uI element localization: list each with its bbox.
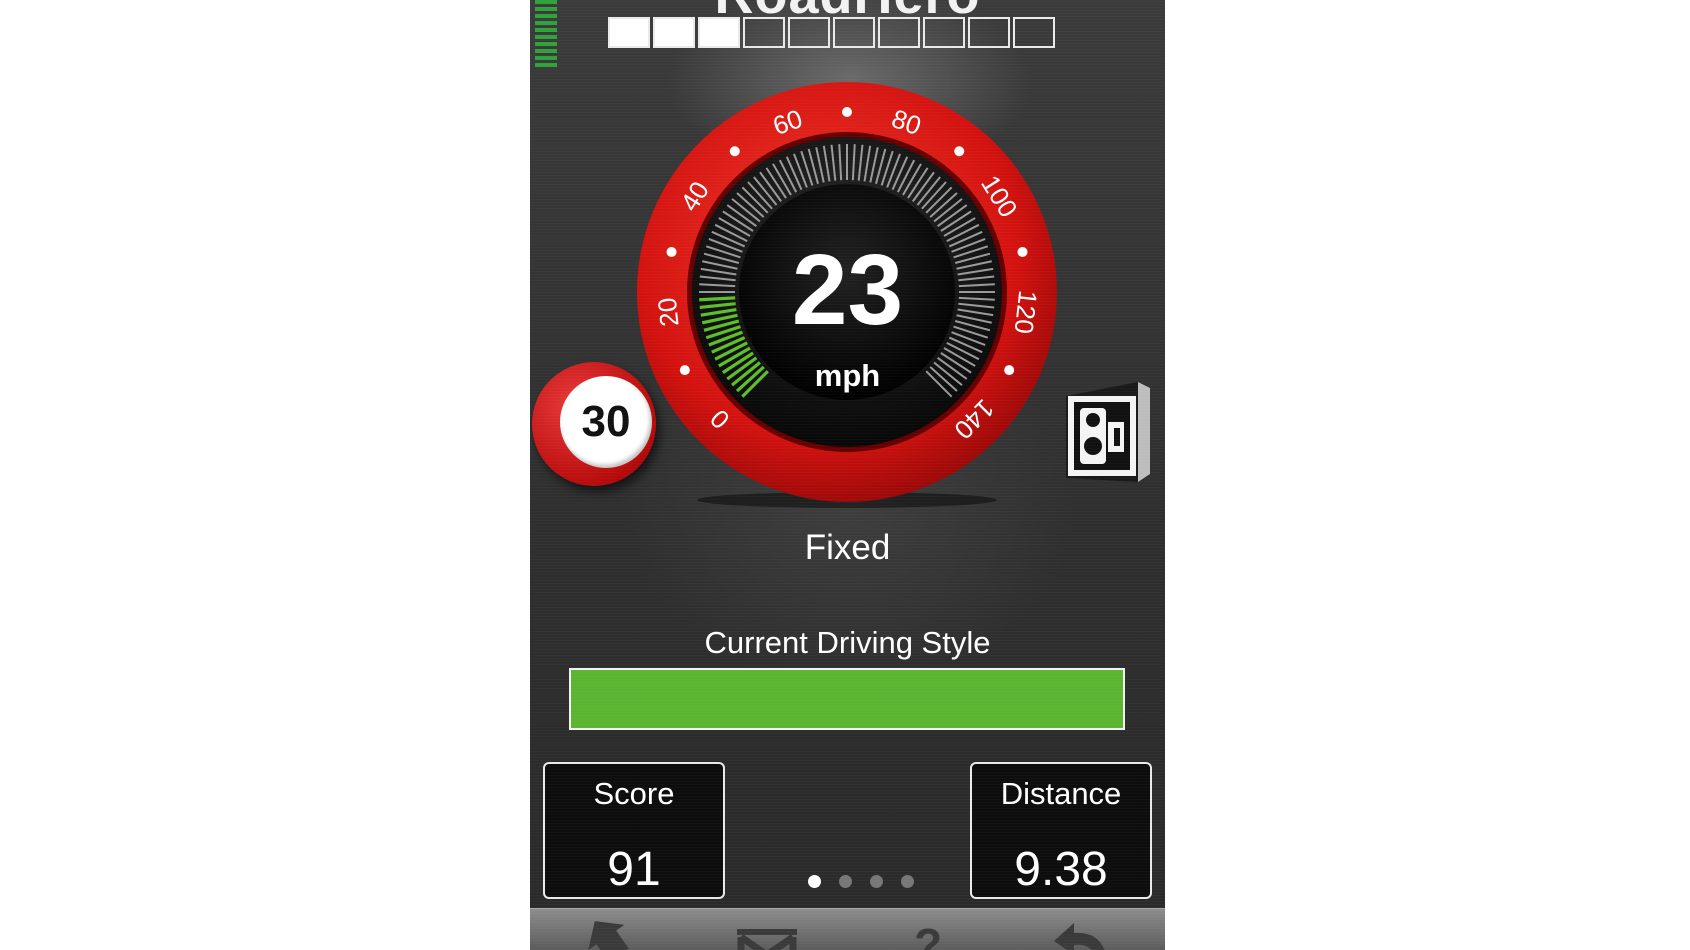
page-dot[interactable] [870, 875, 883, 888]
progress-square [608, 17, 650, 48]
help-icon[interactable]: ? [898, 915, 958, 950]
progress-square [743, 17, 785, 48]
score-value: 91 [607, 843, 661, 896]
gauge-dot [954, 146, 965, 157]
camera-type-label: Fixed [804, 528, 891, 567]
gauge-dot [842, 107, 852, 117]
route-icon[interactable] [737, 915, 797, 950]
driving-style-bar [569, 668, 1125, 730]
progress-square [788, 17, 830, 48]
app-screen: RoadHero 020406080100120140 23 [530, 0, 1165, 950]
score-panel[interactable]: Score 91 [543, 762, 725, 899]
driving-style-fill [571, 670, 1123, 728]
progress-square [878, 17, 920, 48]
speed-limit-sign: 30 [532, 358, 666, 488]
progress-square [968, 17, 1010, 48]
speed-camera-icon[interactable] [1058, 378, 1158, 488]
distance-label: Distance [1000, 776, 1122, 811]
progress-square [923, 17, 965, 48]
progress-square [1013, 17, 1055, 48]
speed-limit-value: 30 [560, 376, 652, 468]
progress-square [653, 17, 695, 48]
back-arrow-icon[interactable] [578, 915, 638, 950]
gauge-dot [729, 146, 740, 157]
progress-indicator [608, 17, 1068, 51]
progress-square [698, 17, 740, 48]
return-icon[interactable] [1050, 915, 1110, 950]
distance-panel[interactable]: Distance 9.38 [970, 762, 1152, 899]
current-speed: 23 [791, 234, 904, 346]
progress-square [833, 17, 875, 48]
page-dot[interactable] [808, 875, 821, 888]
page-dot[interactable] [839, 875, 852, 888]
driving-style-label: Current Driving Style [704, 625, 991, 660]
page-indicator[interactable] [808, 875, 914, 888]
bottom-toolbar: ? [530, 908, 1165, 950]
score-label: Score [593, 776, 675, 811]
page-dot[interactable] [901, 875, 914, 888]
distance-value: 9.38 [1014, 843, 1108, 896]
